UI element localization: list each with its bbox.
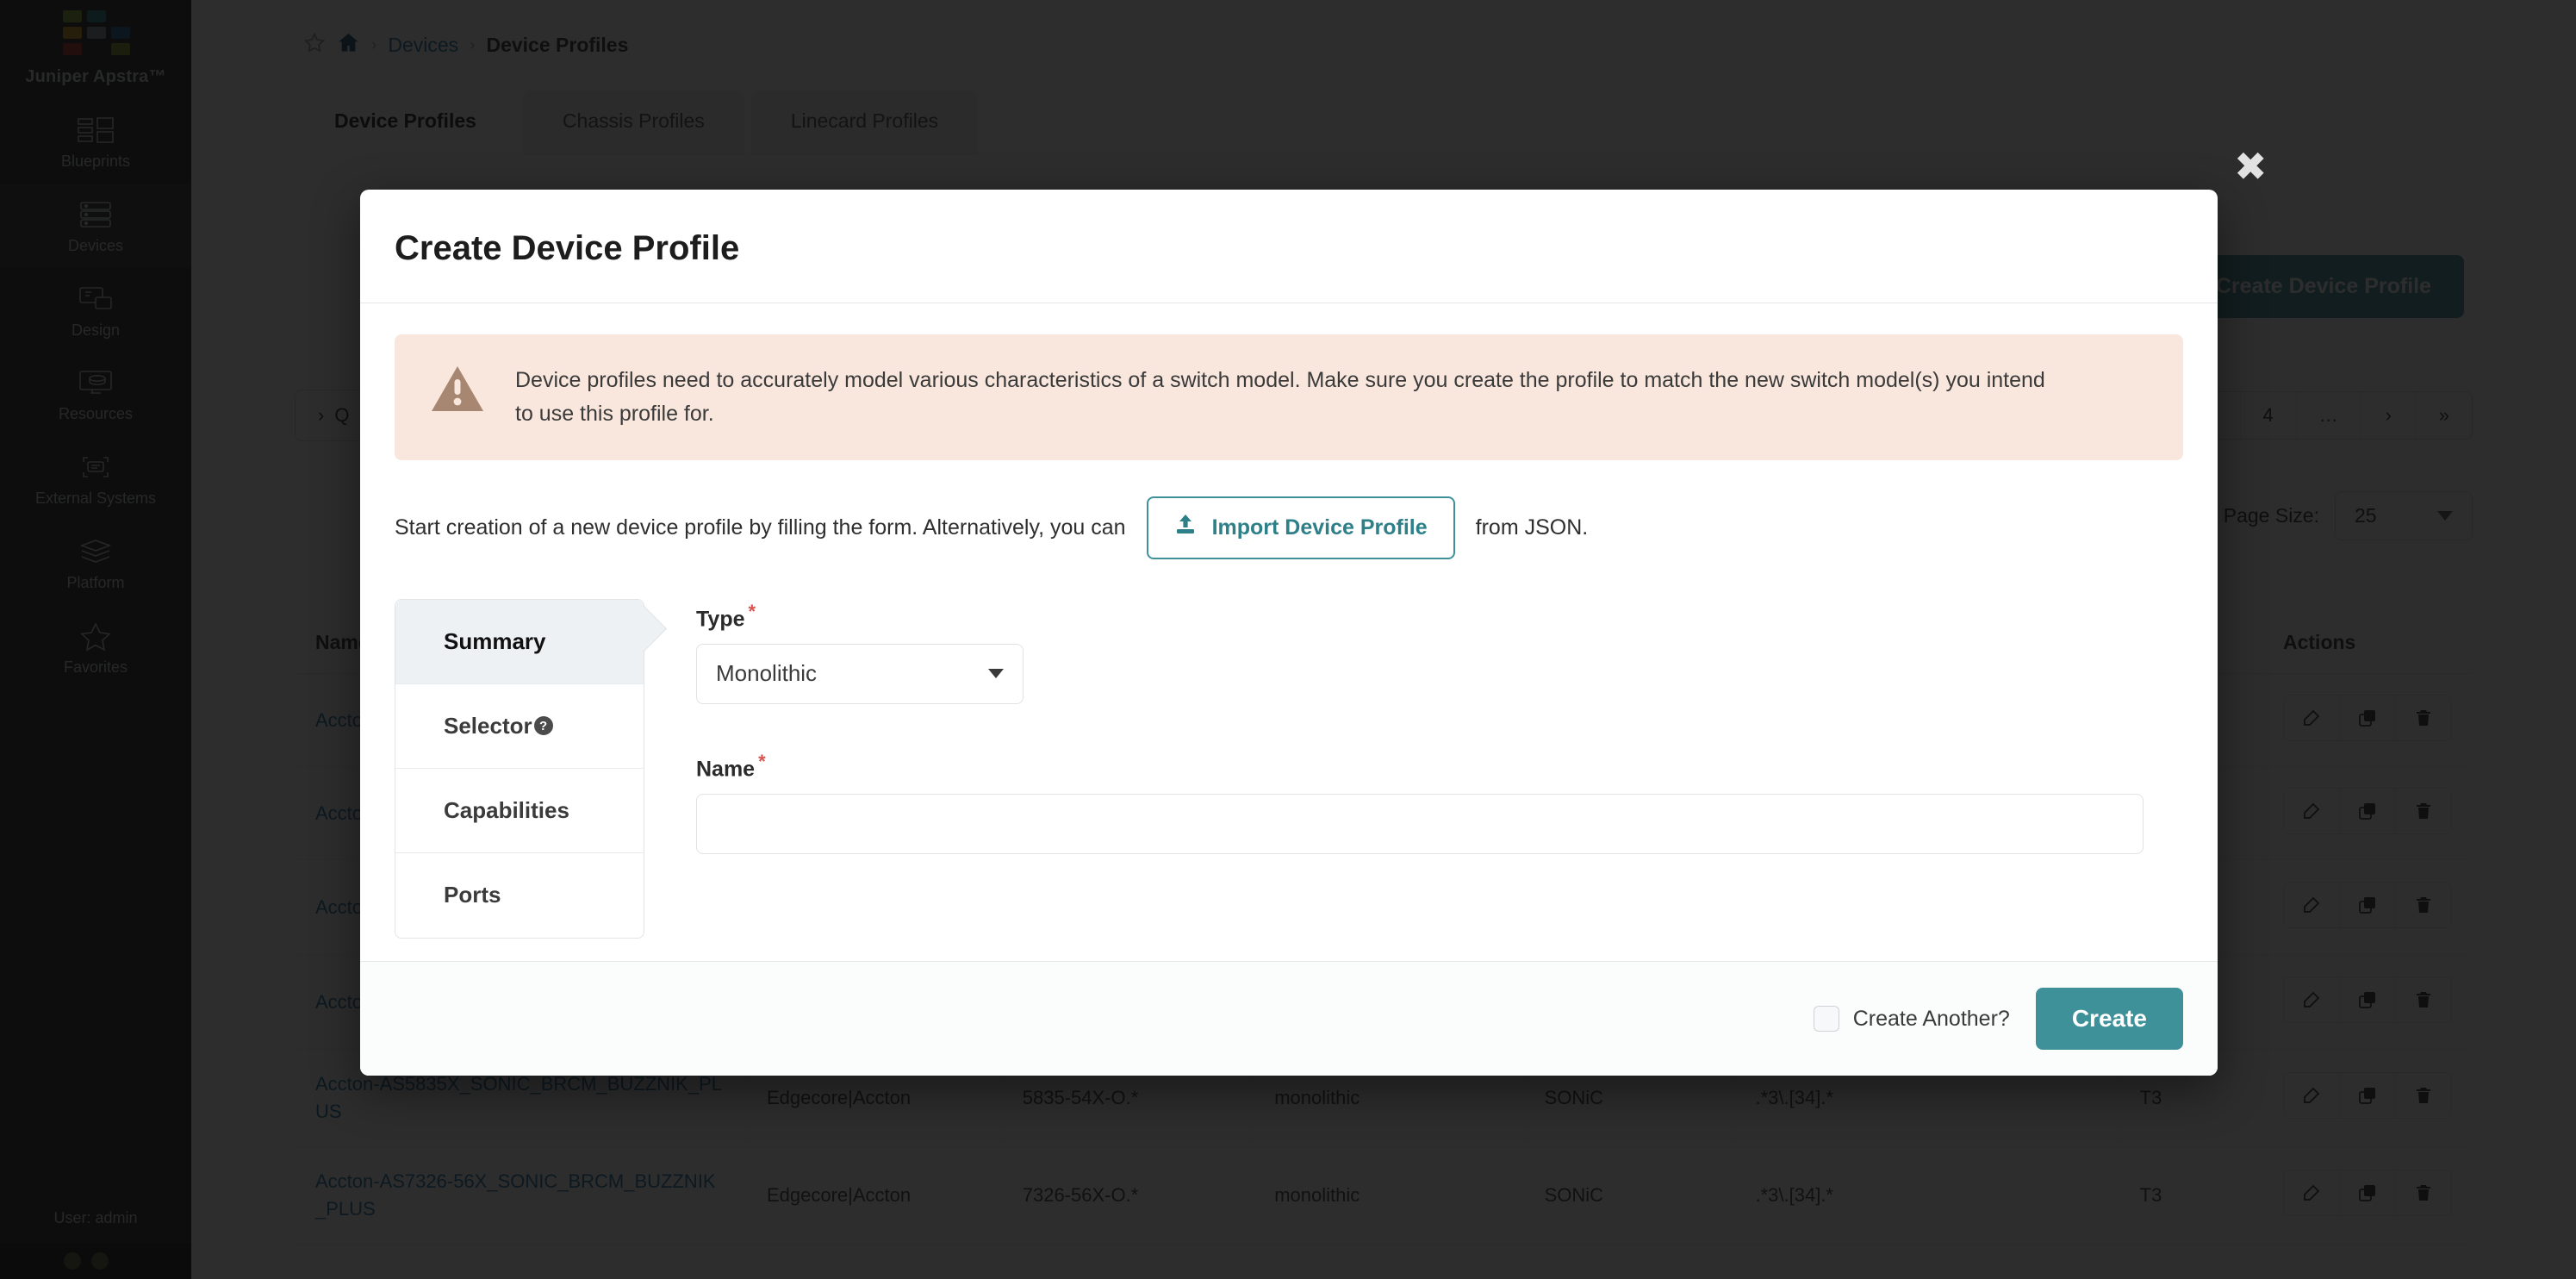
tab-capabilities-label: Capabilities (444, 796, 569, 823)
required-marker: * (758, 750, 766, 772)
warning-triangle-icon (429, 364, 486, 415)
import-row: Start creation of a new device profile b… (395, 496, 2183, 559)
create-device-profile-dialog: Create Device Profile Device profiles ne… (360, 190, 2218, 1076)
tab-ports-label: Ports (444, 882, 501, 908)
tab-ports[interactable]: Ports (395, 852, 644, 938)
type-select[interactable]: Monolithic (696, 643, 1024, 704)
tab-selector-label: Selector (444, 712, 532, 739)
upload-icon (1174, 514, 1197, 542)
import-button-label: Import Device Profile (1211, 515, 1428, 540)
type-label-text: Type (696, 606, 745, 631)
import-device-profile-button[interactable]: Import Device Profile (1146, 496, 1455, 559)
name-label: Name * (696, 751, 2183, 782)
dialog-section-tabs: Summary Selector? Capabilities Ports (395, 598, 644, 939)
warning-alert-text: Device profiles need to accurately model… (515, 368, 2045, 426)
create-another-checkbox-wrap[interactable]: Create Another? (1813, 1006, 2010, 1032)
dialog-header: Create Device Profile (360, 190, 2218, 303)
close-icon[interactable]: ✖ (2234, 147, 2268, 186)
warning-alert: Device profiles need to accurately model… (395, 334, 2183, 460)
name-label-text: Name (696, 757, 756, 782)
dialog-footer: Create Another? Create (360, 961, 2218, 1076)
dialog-body: Device profiles need to accurately model… (360, 303, 2218, 961)
from-json-text: from JSON. (1475, 515, 1589, 540)
tab-summary-label: Summary (444, 627, 546, 654)
create-button[interactable]: Create (2035, 988, 2183, 1050)
tab-summary[interactable]: Summary (395, 599, 644, 684)
help-icon[interactable]: ? (533, 716, 553, 735)
chevron-down-icon (988, 669, 1004, 679)
tab-capabilities[interactable]: Capabilities (395, 768, 644, 853)
type-label: Type * (696, 601, 2183, 632)
type-select-value: Monolithic (716, 660, 818, 687)
required-marker: * (748, 600, 756, 622)
tab-selector[interactable]: Selector? (395, 683, 644, 769)
form-area: Summary Selector? Capabilities Ports Typ… (395, 598, 2183, 939)
field-spacer (696, 704, 2183, 751)
create-another-checkbox[interactable] (1813, 1006, 1839, 1032)
start-creation-text: Start creation of a new device profile b… (395, 515, 1126, 540)
name-input[interactable] (696, 794, 2144, 855)
summary-fields: Type * Monolithic Name * (696, 599, 2183, 939)
create-another-label: Create Another? (1852, 1006, 2010, 1031)
dialog-title: Create Device Profile (395, 229, 740, 267)
